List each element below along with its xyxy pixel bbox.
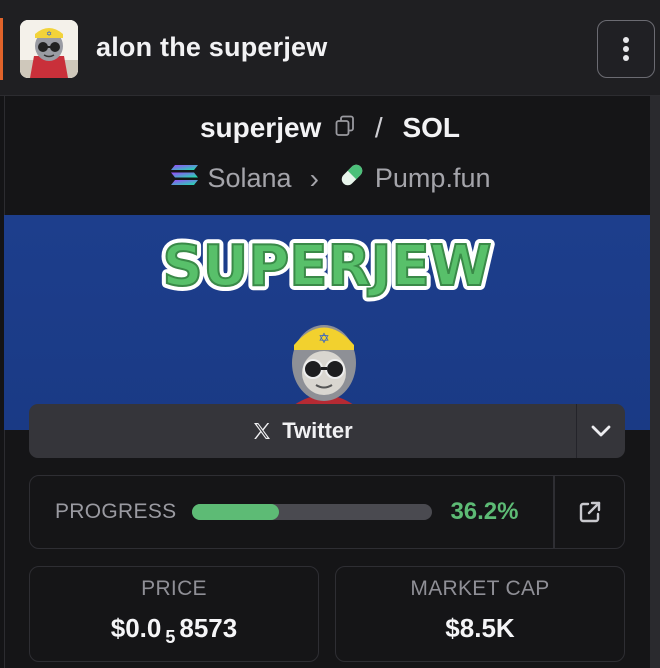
price-digits: 8573 [179,613,238,643]
accent-edge [0,18,3,80]
token-banner: SUPERJEW SUPERJEW ✡ [4,215,650,430]
kebab-vertical-icon [623,37,629,61]
price-stat: PRICE $0.0 5 8573 [29,566,319,662]
progress-bar-fill [192,504,280,520]
external-link-icon [579,501,601,523]
copy-icon[interactable] [335,112,355,144]
x-logo-icon [254,423,271,439]
token-title: alon the superjew [96,32,328,62]
price-zero-count: 5 [165,627,176,647]
market-cap-label: MARKET CAP [410,577,550,600]
solana-logo-icon [170,163,200,194]
pair-quote: SOL [402,112,461,143]
bonding-progress: PROGRESS 36.2% [29,475,625,549]
price-value: $0.0 5 8573 [30,613,318,647]
links-dropdown-button[interactable] [577,404,625,458]
chain-dex[interactable]: Pump.fun [375,163,491,194]
twitter-main-action[interactable]: Twitter [29,404,577,458]
breadcrumb-chevron: › [309,162,319,194]
market-cap-value: $8.5K [445,613,515,643]
progress-divider [553,476,555,548]
pill-logo-icon [337,160,367,197]
svg-text:✡: ✡ [318,331,330,347]
progress-bar [192,504,433,520]
chain-breadcrumb: Solana › Pump.fun [0,160,660,197]
trading-pair: superjew / SOL [0,112,660,144]
token-header: ✡ alon the superjew [0,0,660,96]
pair-separator: / [374,112,383,143]
progress-label: PROGRESS [55,500,177,523]
chevron-down-icon [591,425,611,437]
twitter-link-button[interactable]: Twitter [29,404,625,458]
banner-wordmark: SUPERJEW [162,234,491,299]
twitter-label: Twitter [282,418,353,443]
market-cap-stat: MARKET CAP $8.5K [335,566,625,662]
price-label: PRICE [141,577,207,600]
more-options-button[interactable] [597,20,655,78]
chain-network[interactable]: Solana [208,163,292,194]
price-prefix: $0.0 [110,613,162,643]
token-avatar: ✡ [20,20,78,78]
external-link-button[interactable] [578,500,602,529]
svg-text:✡: ✡ [46,30,52,38]
pair-base: superjew [199,112,322,143]
progress-value: 36.2% [450,498,519,525]
